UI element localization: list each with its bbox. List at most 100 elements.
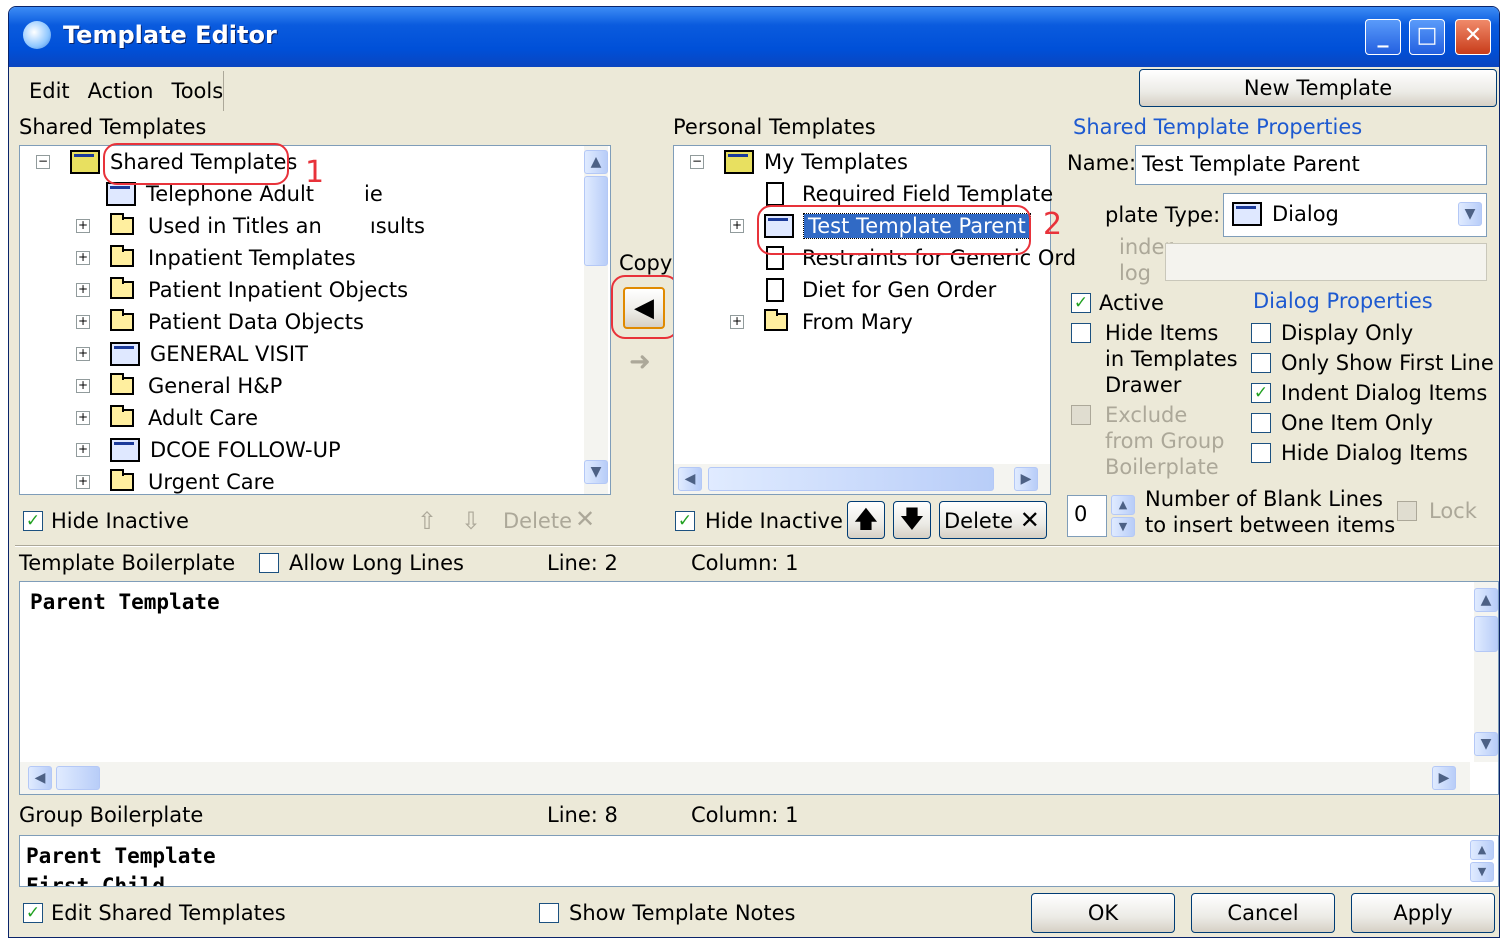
tree-item[interactable]: Diet for Gen Order (802, 278, 996, 302)
scroll-thumb[interactable] (584, 176, 608, 266)
tree-item[interactable]: Telephone Adult (146, 182, 314, 206)
move-down-icon: ⇩ (461, 507, 482, 535)
spin-down-icon[interactable]: ▼ (1111, 517, 1135, 537)
exclude-label: Exclude (1105, 403, 1188, 427)
scroll-down-icon[interactable]: ▼ (584, 460, 608, 484)
tree-item[interactable]: Patient Inpatient Objects (148, 278, 408, 302)
expand-icon[interactable]: + (76, 347, 90, 361)
close-button[interactable]: ✕ (1455, 19, 1491, 55)
hide-items-label: Hide Items (1105, 321, 1219, 345)
menu-edit[interactable]: Edit (29, 79, 70, 103)
shared-hide-inactive-checkbox[interactable]: ✓ (23, 511, 43, 531)
display-only-checkbox[interactable] (1251, 323, 1271, 343)
menu-action[interactable]: Action (88, 79, 154, 103)
hide-dialog-items-checkbox[interactable] (1251, 443, 1271, 463)
expand-icon[interactable]: + (730, 315, 744, 329)
tree-item[interactable]: General H&P (148, 374, 282, 398)
shared-templates-tree[interactable]: − Shared Templates Telephone Adult ie + Use… (19, 145, 611, 495)
tree-item[interactable]: Required Field Template (802, 182, 1053, 206)
expand-icon[interactable]: + (76, 443, 90, 457)
scroll-right-icon[interactable]: ▶ (1432, 766, 1456, 790)
tree-item[interactable]: Adult Care (148, 406, 258, 430)
expand-icon[interactable]: + (76, 219, 90, 233)
tree-item-suffix: ie (364, 182, 383, 206)
scroll-up-icon[interactable]: ▲ (584, 150, 608, 174)
blank-lines-label-2: to insert between items (1145, 513, 1396, 537)
scroll-down-icon[interactable]: ▼ (1470, 862, 1494, 882)
show-template-notes-checkbox[interactable] (539, 903, 559, 923)
folder-icon (110, 277, 134, 299)
edit-shared-templates-checkbox[interactable]: ✓ (23, 903, 43, 923)
display-only-label: Display Only (1281, 321, 1414, 345)
maximize-button[interactable]: □ (1409, 19, 1445, 55)
expand-icon[interactable]: + (730, 219, 744, 233)
move-up-button[interactable]: 🡅 (847, 501, 885, 539)
copy-label: Copy (619, 251, 673, 275)
personal-delete-button[interactable]: Delete ✕ (939, 501, 1047, 539)
tree-item[interactable]: Urgent Care (148, 470, 275, 494)
title-bar[interactable]: Template Editor _ □ ✕ (9, 7, 1499, 67)
expand-icon[interactable]: + (76, 475, 90, 489)
personal-templates-label: Personal Templates (673, 115, 876, 139)
new-template-button[interactable]: New Template (1139, 69, 1497, 107)
only-show-first-line-checkbox[interactable] (1251, 353, 1271, 373)
boilerplate-line: Line: 2 (547, 551, 618, 575)
minimize-button[interactable]: _ (1365, 19, 1401, 55)
cancel-button[interactable]: Cancel (1191, 893, 1335, 933)
tree-item-my-templates[interactable]: My Templates (764, 150, 908, 174)
one-item-only-checkbox[interactable] (1251, 413, 1271, 433)
scroll-up-icon[interactable]: ▲ (1470, 840, 1494, 860)
scroll-left-icon[interactable]: ◀ (678, 467, 702, 491)
expand-icon[interactable]: + (76, 283, 90, 297)
active-checkbox[interactable]: ✓ (1071, 293, 1091, 313)
group-line: Line: 8 (547, 803, 618, 827)
lock-label: Lock (1429, 499, 1477, 523)
collapse-icon[interactable]: − (690, 155, 704, 169)
menu-tools[interactable]: Tools (171, 79, 223, 103)
blank-lines-input[interactable]: 0 (1067, 495, 1107, 537)
spin-up-icon[interactable]: ▲ (1111, 495, 1135, 515)
template-boilerplate-editor[interactable]: Parent Template ▲ ▼ ◀ ▶ (19, 581, 1499, 795)
tree-item[interactable]: Inpatient Templates (148, 246, 356, 270)
scroll-thumb[interactable] (56, 766, 100, 790)
expand-icon[interactable]: + (76, 411, 90, 425)
expand-icon[interactable]: + (76, 251, 90, 265)
shared-vertical-scrollbar[interactable]: ▲ ▼ (584, 146, 608, 494)
scroll-left-icon[interactable]: ◀ (28, 766, 52, 790)
allow-long-lines-checkbox[interactable] (259, 553, 279, 573)
boilerplate-vertical-scrollbar[interactable]: ▲ ▼ (1474, 582, 1498, 762)
move-down-button[interactable]: 🡇 (893, 501, 931, 539)
scroll-thumb[interactable] (1474, 616, 1498, 652)
chevron-down-icon[interactable]: ▼ (1458, 202, 1482, 226)
delete-label: Delete (944, 509, 1013, 533)
scroll-thumb[interactable] (708, 467, 994, 491)
annotation-ring-3 (611, 275, 679, 339)
indent-dialog-items-checkbox[interactable]: ✓ (1251, 383, 1271, 403)
personal-hide-inactive-checkbox[interactable]: ✓ (675, 511, 695, 531)
ok-button[interactable]: OK (1031, 893, 1175, 933)
dialog-icon (106, 182, 136, 206)
personal-horizontal-scrollbar[interactable]: ◀ ▶ (674, 464, 1050, 494)
expand-icon[interactable]: + (76, 315, 90, 329)
template-type-select[interactable]: Dialog ▼ (1223, 193, 1487, 237)
name-input[interactable]: Test Template Parent (1135, 145, 1487, 185)
scroll-right-icon[interactable]: ▶ (1014, 467, 1038, 491)
show-template-notes-label: Show Template Notes (569, 901, 796, 925)
tree-item[interactable]: DCOE FOLLOW-UP (150, 438, 341, 462)
personal-templates-tree[interactable]: − My Templates Required Field Template + T… (673, 145, 1076, 495)
dialog-properties-title: Dialog Properties (1253, 289, 1433, 313)
apply-button[interactable]: Apply (1351, 893, 1495, 933)
tree-item[interactable]: GENERAL VISIT (150, 342, 308, 366)
scroll-down-icon[interactable]: ▼ (1474, 732, 1498, 756)
boilerplate-horizontal-scrollbar[interactable]: ◀ ▶ (20, 762, 1470, 794)
hide-items-checkbox[interactable] (1071, 323, 1091, 343)
tree-item[interactable]: Used in Titles an (148, 214, 322, 238)
group-boilerplate-editor[interactable]: Parent Template First Child ▲ ▼ (19, 835, 1499, 887)
tree-item[interactable]: From Mary (802, 310, 913, 334)
collapse-icon[interactable]: − (36, 155, 50, 169)
folder-icon (110, 469, 134, 491)
expand-icon[interactable]: + (76, 379, 90, 393)
tree-item[interactable]: Patient Data Objects (148, 310, 364, 334)
scroll-up-icon[interactable]: ▲ (1474, 588, 1498, 612)
active-label: Active (1099, 291, 1164, 315)
